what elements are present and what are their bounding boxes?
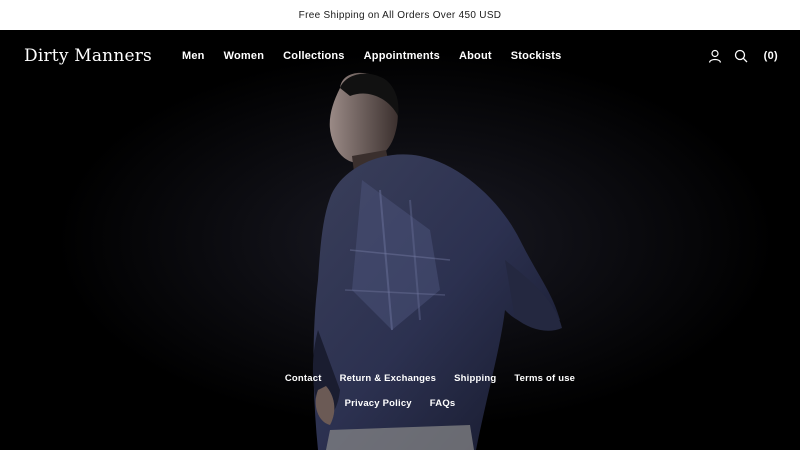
footer-link-faqs[interactable]: FAQs	[430, 398, 456, 409]
header-tools: (0)	[708, 49, 778, 63]
announcement-bar: Free Shipping on All Orders Over 450 USD	[0, 0, 800, 30]
nav-about[interactable]: About	[459, 50, 492, 62]
search-icon[interactable]	[734, 49, 748, 63]
cart-button[interactable]: (0)	[764, 50, 778, 62]
main-nav: Men Women Collections Appointments About…	[182, 50, 561, 62]
footer-link-contact[interactable]: Contact	[285, 373, 322, 384]
model-photo	[0, 30, 800, 450]
site-header: Dirty Manners Men Women Collections Appo…	[0, 30, 800, 84]
footer-links-row-1: Contact Return & Exchanges Shipping Term…	[0, 373, 800, 384]
nav-men[interactable]: Men	[182, 50, 205, 62]
nav-collections[interactable]: Collections	[283, 50, 345, 62]
nav-appointments[interactable]: Appointments	[364, 50, 440, 62]
footer-link-terms[interactable]: Terms of use	[514, 373, 575, 384]
site-logo[interactable]: Dirty Manners	[24, 46, 152, 66]
nav-women[interactable]: Women	[224, 50, 265, 62]
footer-link-returns[interactable]: Return & Exchanges	[340, 373, 437, 384]
announcement-text: Free Shipping on All Orders Over 450 USD	[298, 9, 502, 21]
nav-stockists[interactable]: Stockists	[511, 50, 562, 62]
footer-link-privacy[interactable]: Privacy Policy	[345, 398, 412, 409]
footer-link-shipping[interactable]: Shipping	[454, 373, 496, 384]
footer-links-row-2: Privacy Policy FAQs	[0, 398, 800, 409]
hero-image	[0, 30, 800, 450]
account-icon[interactable]	[708, 49, 722, 63]
